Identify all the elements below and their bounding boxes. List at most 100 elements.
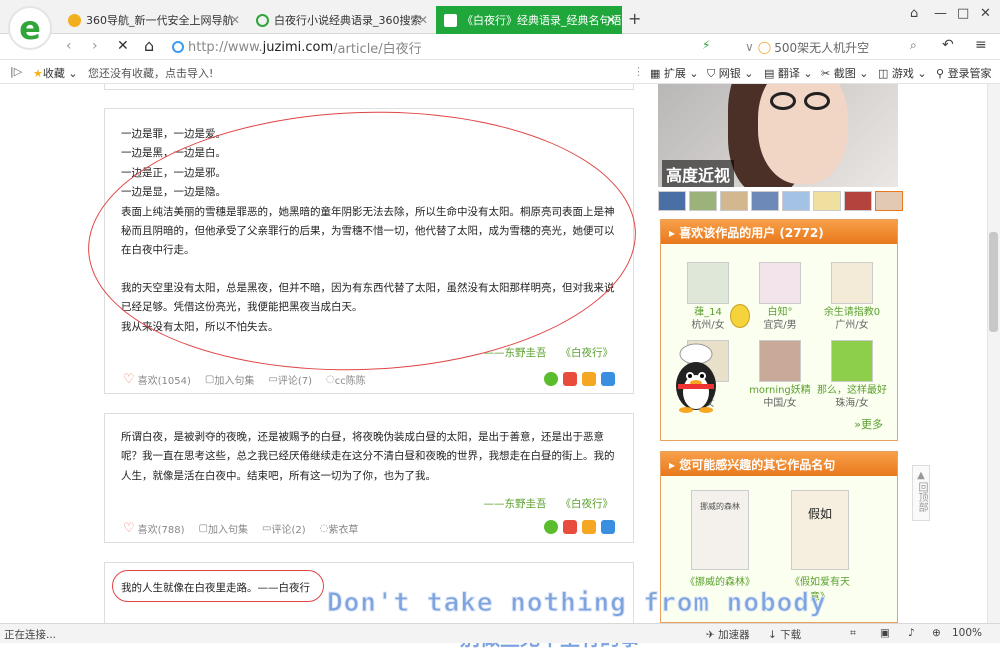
search-text: 500架无人机升空	[774, 40, 870, 55]
tool-games[interactable]: ◫ 游戏 ⌄	[878, 65, 927, 81]
accelerator-button[interactable]: ✈ 加速器	[706, 627, 750, 642]
zoom-in-icon[interactable]: ⊕	[932, 627, 941, 639]
search-input[interactable]: ∨ ◯ 500架无人机升空	[745, 37, 925, 57]
lightning-icon[interactable]: ⚡	[702, 38, 710, 52]
image-icon[interactable]: ▣	[880, 627, 890, 639]
ad-thumb[interactable]	[658, 191, 686, 211]
book-card[interactable]: 挪威的森林 《挪威的森林》	[685, 490, 755, 588]
user-card[interactable]: 余生请指教0 广州/女	[817, 262, 887, 332]
minimize-button[interactable]: —	[934, 6, 947, 21]
tool-bank[interactable]: ⛉ 网银 ⌄	[707, 65, 753, 81]
more-share-icon[interactable]	[601, 520, 615, 534]
favorites-button[interactable]: ★收藏 ⌄	[33, 65, 78, 81]
ad-thumb[interactable]	[689, 191, 717, 211]
ad-thumb[interactable]	[720, 191, 748, 211]
tab-active[interactable]: 《白夜行》经典语录_经典名句语 ✕	[436, 6, 622, 34]
new-tab-button[interactable]: +	[628, 9, 641, 28]
tab-label: 白夜行小说经典语录_360搜索	[274, 14, 422, 27]
bulb-icon	[730, 304, 750, 328]
user-location: 宜宾/男	[763, 320, 797, 331]
comment-button[interactable]: ▭ 评论(2)	[262, 521, 306, 536]
ad-banner[interactable]: 高度近视	[658, 84, 898, 187]
accelerator-label: 加速器	[718, 629, 750, 641]
home-icon[interactable]: ⌂	[144, 36, 154, 55]
like-label: 喜欢(1054)	[137, 376, 191, 387]
ad-thumb[interactable]	[751, 191, 779, 211]
ad-thumb[interactable]	[813, 191, 841, 211]
like-label: 喜欢(788)	[137, 525, 185, 536]
book-link[interactable]: 《白夜行》	[561, 347, 614, 359]
add-collection-button[interactable]: ▢ 加入句集	[205, 372, 254, 387]
more-link[interactable]: »更多	[854, 416, 883, 432]
search-icon[interactable]: ⌕	[910, 38, 917, 53]
tab-label: 《白夜行》经典语录_经典名句语	[462, 14, 622, 27]
user-card[interactable]: 那么，这样最好 珠海/女	[817, 340, 887, 410]
user-name[interactable]: 白知°	[745, 306, 815, 319]
favorites-bar: |▷ ★收藏 ⌄ 您还没有收藏，点击导入! ⋮ ▦ 扩展 ⌄ ⛉ 网银 ⌄ ▤ …	[0, 60, 1000, 84]
ad-thumb[interactable]	[782, 191, 810, 211]
close-icon[interactable]: ✕	[418, 13, 428, 27]
stop-button[interactable]: ✕	[117, 38, 129, 54]
user-link[interactable]: ◌ 紫衣草	[320, 521, 359, 536]
wechat-icon[interactable]	[544, 372, 558, 386]
author-link[interactable]: ——东野圭吾	[484, 498, 547, 510]
add-label: 加入句集	[208, 525, 248, 536]
user-name[interactable]: 余生请指教0	[817, 306, 887, 319]
skin-icon[interactable]: ⌂	[910, 6, 918, 21]
ad-thumb[interactable]	[844, 191, 872, 211]
like-button[interactable]: ♡ 喜欢(788)	[123, 521, 185, 536]
weibo-icon[interactable]	[563, 372, 577, 386]
user-name[interactable]: morning妖精	[745, 384, 815, 397]
close-icon[interactable]: ✕	[230, 13, 240, 27]
tool-extensions[interactable]: ▦ 扩展 ⌄	[650, 65, 699, 81]
status-text: 正在连接...	[4, 629, 57, 641]
weibo-icon[interactable]	[563, 520, 577, 534]
volume-icon[interactable]: ♪	[908, 627, 915, 639]
ad-thumb[interactable]	[875, 191, 903, 211]
undo-icon[interactable]: ↶	[942, 37, 954, 53]
crop-icon[interactable]: ⌗	[850, 627, 856, 640]
user-card[interactable]: morning妖精 中国/女	[745, 340, 815, 410]
tab-search[interactable]: 白夜行小说经典语录_360搜索 ✕	[248, 6, 434, 34]
like-button[interactable]: ♡ 喜欢(1054)	[123, 372, 191, 387]
more-share-icon[interactable]	[601, 372, 615, 386]
ad-caption: 高度近视	[662, 160, 735, 187]
scrollbar-thumb[interactable]	[989, 232, 998, 332]
download-button[interactable]: ↓ 下载	[768, 627, 801, 642]
more-dots-icon[interactable]: ⋮	[633, 65, 644, 78]
tool-screenshot[interactable]: ✂ 截图 ⌄	[821, 65, 868, 81]
back-button[interactable]: ‹	[66, 38, 72, 54]
comment-label: 评论(2)	[271, 525, 306, 536]
close-window-button[interactable]: ✕	[980, 6, 991, 21]
forward-button[interactable]: ›	[92, 38, 98, 54]
add-collection-button[interactable]: ▢ 加入句集	[199, 521, 248, 536]
qq-penguin-icon[interactable]	[670, 340, 722, 414]
book-link[interactable]: 《白夜行》	[561, 498, 614, 510]
user-label: 紫衣草	[328, 525, 359, 536]
wechat-icon[interactable]	[544, 520, 558, 534]
user-name[interactable]: 那么，这样最好	[817, 384, 887, 397]
book-cover: 假如	[791, 490, 849, 570]
user-link[interactable]: ◌ cc陈陈	[326, 372, 366, 387]
user-card[interactable]: 白知° 宜宾/男	[745, 262, 815, 332]
qzone-icon[interactable]	[582, 372, 596, 386]
zoom-level[interactable]: 100%	[952, 627, 982, 639]
book-card[interactable]: 假如 《假如爱有天意》	[785, 490, 855, 603]
sidebar-toggle-icon[interactable]: |▷	[10, 65, 22, 78]
qzone-icon[interactable]	[582, 520, 596, 534]
browser-logo[interactable]: e	[8, 6, 52, 50]
tool-translate[interactable]: ▤ 翻译 ⌄	[764, 65, 813, 81]
tool-login[interactable]: ⚲ 登录管家	[936, 65, 992, 81]
import-hint[interactable]: 您还没有收藏，点击导入!	[88, 65, 213, 81]
quote-card: 所谓白夜，是被剥夺的夜晚，还是被赐予的白昼，将夜晚伪装成白昼的太阳，是出于善意，…	[104, 413, 634, 543]
back-to-top-button[interactable]: ▲ 回顶部	[912, 465, 930, 521]
tab-360-nav[interactable]: 360导航_新一代安全上网导航 ✕	[60, 6, 246, 34]
tool-label: 网银	[718, 67, 741, 80]
book-title[interactable]: 《挪威的森林》	[685, 573, 755, 588]
url-field[interactable]: http://www. juzimi.com/article/白夜行	[172, 37, 712, 57]
menu-icon[interactable]: ≡	[975, 37, 987, 53]
close-icon[interactable]: ✕	[606, 13, 616, 27]
maximize-button[interactable]: □	[957, 6, 969, 21]
comment-button[interactable]: ▭ 评论(7)	[268, 372, 312, 387]
vertical-scrollbar[interactable]	[987, 84, 1000, 623]
